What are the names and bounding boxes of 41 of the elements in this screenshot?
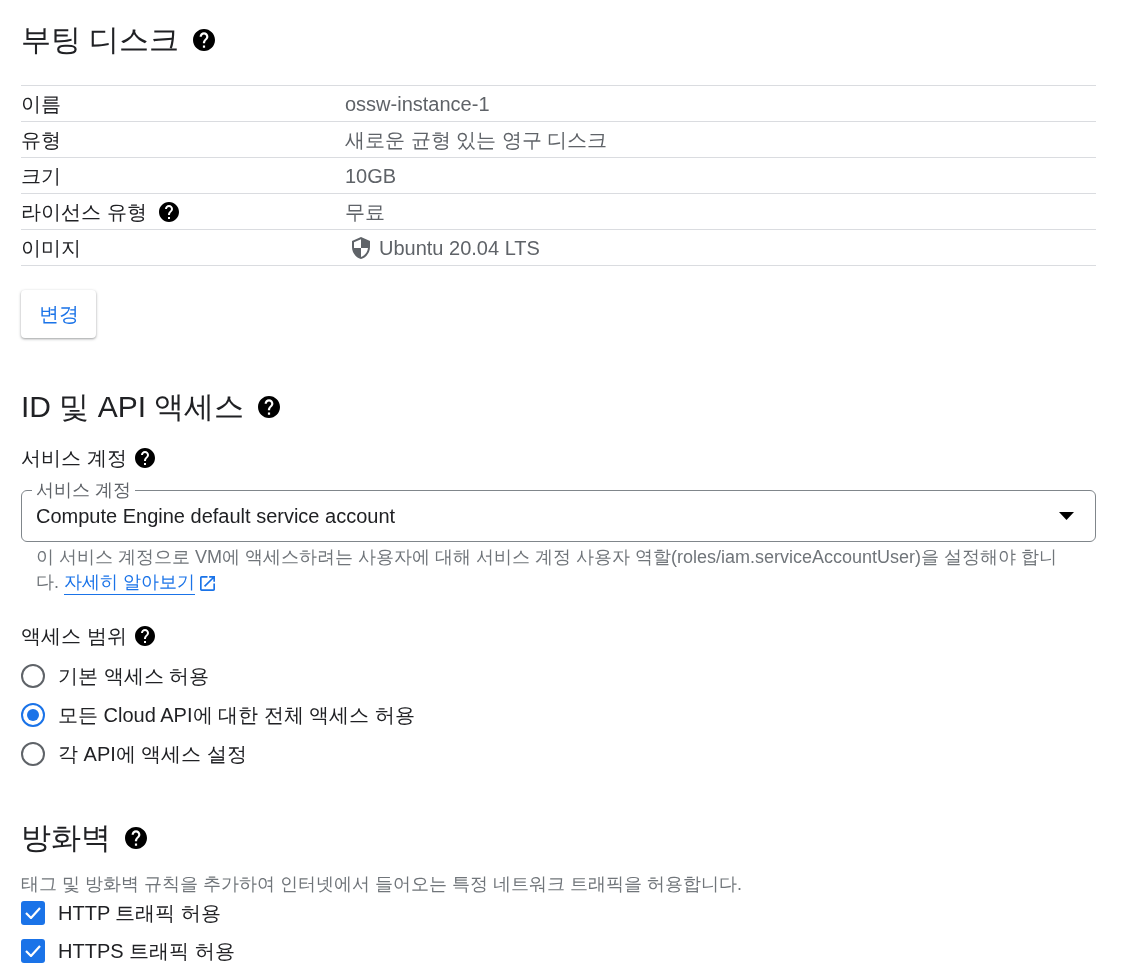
row-value: 무료 [345, 199, 385, 225]
section-description: 태그 및 방화벽 규칙을 추가하여 인터넷에서 들어오는 특정 네트워크 트래픽을 허용합니다. [21, 873, 743, 895]
checkbox[interactable] [21, 901, 45, 925]
section-title: 방화벽 [21, 820, 111, 856]
shield-icon [352, 236, 370, 259]
check-icon [25, 907, 41, 919]
help-icon[interactable] [134, 626, 155, 646]
select-value: Compute Engine default service account [36, 504, 396, 529]
caret-icon [1059, 512, 1074, 520]
field-heading: 서비스 계정 [21, 446, 127, 471]
field-heading: 액세스 범위 [21, 624, 127, 649]
change-button[interactable]: 변경 [21, 290, 96, 338]
section-title: ID 및 API 액세스 [21, 389, 245, 425]
row-value: 10GB [345, 163, 397, 189]
row-label: 유형 [21, 127, 61, 153]
help-icon[interactable] [258, 396, 281, 418]
check-icon [25, 945, 41, 957]
help-icon[interactable] [193, 29, 216, 51]
help-icon[interactable] [125, 827, 147, 849]
row-label: 이미지 [21, 235, 81, 261]
radio-button[interactable] [21, 663, 45, 688]
section-title: 부팅 디스크 [21, 22, 180, 58]
row-label: 크기 [21, 163, 61, 189]
help-icon[interactable] [134, 448, 155, 468]
row-label: 이름 [21, 91, 61, 117]
checkbox[interactable] [21, 939, 45, 963]
radio-button[interactable] [21, 702, 45, 727]
option-label: 각 API에 액세스 설정 [58, 741, 247, 767]
learn-more-link[interactable]: 자세히 알아보기 [64, 571, 216, 595]
option-label: 기본 액세스 허용 [58, 663, 210, 689]
option-label: HTTPS 트래픽 허용 [58, 939, 235, 964]
row-value: Ubuntu 20.04 LTS [379, 235, 540, 261]
radio-button[interactable] [21, 741, 45, 766]
help-icon[interactable] [158, 201, 179, 222]
row-label: 라이선스 유형 [21, 199, 147, 225]
external-link-icon [200, 575, 216, 591]
option-label: HTTP 트래픽 허용 [58, 901, 221, 926]
row-value: ossw-instance-1 [345, 91, 490, 117]
helper-text: 이 서비스 계정으로 VM에 액세스하려는 사용자에 대해 서비스 계정 사용자 역할(roles/iam.serviceAccountUser)을 설정해야 합니다. 자세히 알아보기 [21, 545, 1096, 595]
row-value: 새로운 균형 있는 영구 디스크 [345, 127, 608, 153]
option-label: 모든 Cloud API에 대한 전체 액세스 허용 [58, 702, 415, 728]
